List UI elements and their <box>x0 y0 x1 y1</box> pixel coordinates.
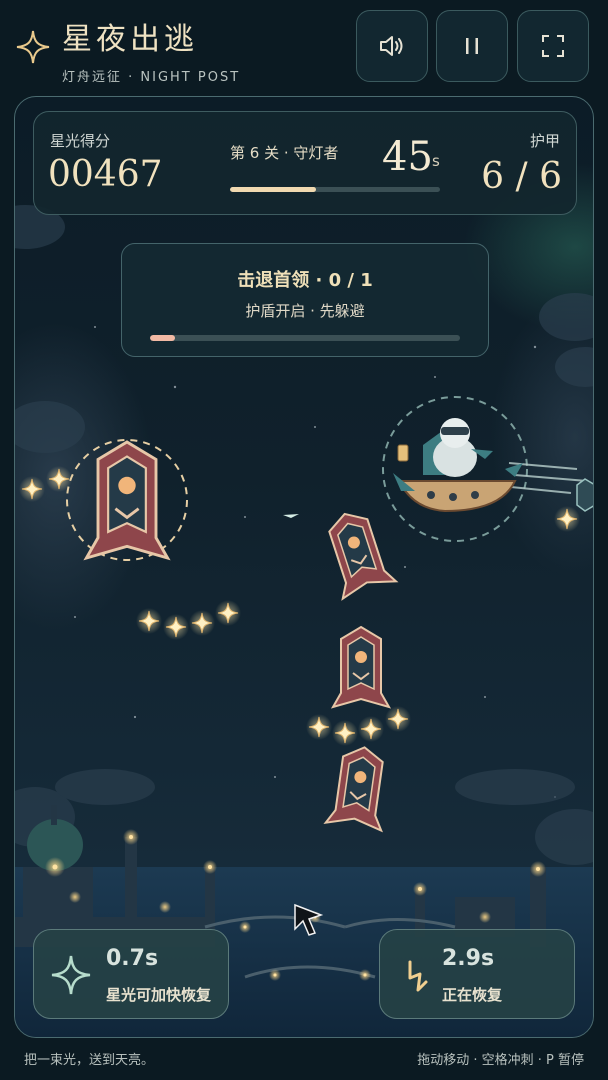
boss-enemy <box>66 439 188 561</box>
pause-button[interactable] <box>436 10 508 82</box>
skill-cooldown: 2.9s <box>442 946 495 971</box>
footer-controls-hint: 拖动移动 · 空格冲刺 · P 暂停 <box>417 1053 584 1068</box>
enemy-ship <box>332 626 390 708</box>
enemy-ship <box>324 742 394 832</box>
star-logo-icon <box>16 30 50 64</box>
footer-tagline: 把一束光，送到天亮。 <box>24 1053 155 1068</box>
game-title: 星夜出逃 <box>62 22 198 57</box>
cursor-icon <box>294 903 324 936</box>
fullscreen-button[interactable] <box>517 10 589 82</box>
sparkle-icon <box>51 955 91 995</box>
pause-icon <box>466 38 478 54</box>
enemy-bullet <box>283 514 299 518</box>
skill-label: 正在恢复 <box>442 986 503 1004</box>
game-viewport[interactable]: 星光得分 00467 第 6 关 · 守灯者 45 s 护甲 6 / 6 击退首… <box>14 96 594 1038</box>
speaker-icon <box>380 36 403 56</box>
skill-card-dash[interactable]: 2.9s 正在恢复 <box>379 929 575 1019</box>
skill-cooldown: 0.7s <box>106 946 159 971</box>
fullscreen-icon <box>542 35 564 57</box>
lightning-icon <box>408 960 428 992</box>
game-subtitle: 灯舟远征 · NIGHT POST <box>62 70 241 85</box>
enemy-ship <box>317 504 397 600</box>
game-sprites <box>18 396 593 936</box>
sound-button[interactable] <box>356 10 428 82</box>
skill-label: 星光可加快恢复 <box>106 986 212 1004</box>
skill-card-starlight[interactable]: 0.7s 星光可加快恢复 <box>33 929 229 1019</box>
hex-pickup <box>576 478 593 512</box>
